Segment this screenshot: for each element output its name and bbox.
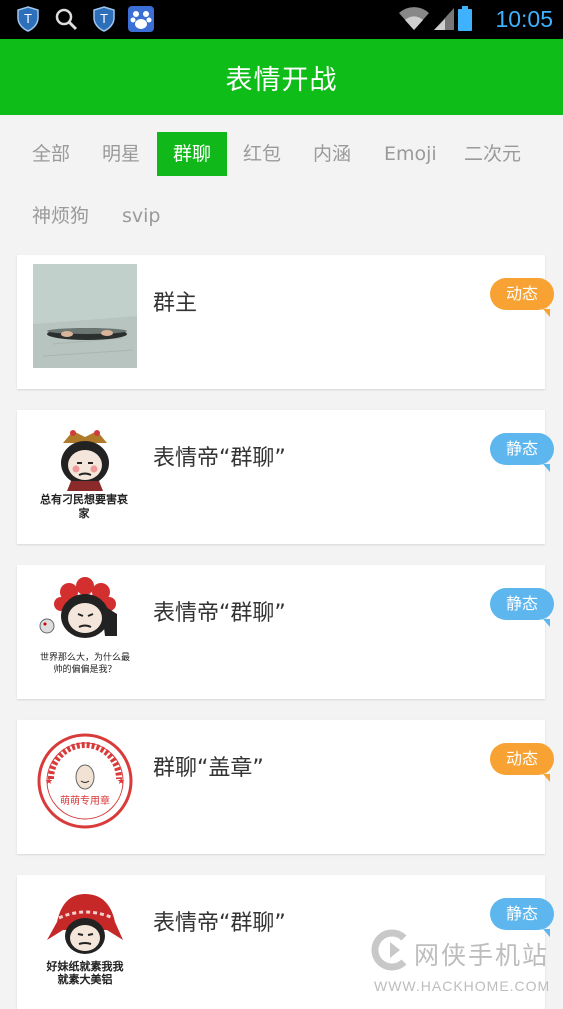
svg-text:T: T [99, 12, 108, 26]
item-title: 表情帝“群聊” [153, 601, 286, 626]
list-item[interactable]: 总有刁民想要害哀家 表情帝“群聊” 静态 [17, 410, 554, 544]
item-title: 群主 [153, 291, 198, 316]
shield-icon: T [90, 5, 118, 33]
category-tabs: 全部 明星 群聊 红包 内涵 Emoji 二次元 神烦狗 svip [0, 115, 563, 250]
badge-static: 静态 [490, 588, 554, 627]
sticker-thumbnail [33, 264, 137, 368]
tab-red-packet[interactable]: 红包 [227, 132, 297, 176]
tab-all[interactable]: 全部 [16, 132, 86, 176]
watermark: 网侠手机站 WWW.HACKHOME.COM [370, 928, 560, 998]
status-bar: T T 10:05 [0, 0, 563, 39]
list-item[interactable]: 群主 动态 [17, 255, 554, 389]
badge-animated: 动态 [490, 278, 554, 317]
item-title: 群聊“盖章” [153, 756, 264, 781]
tab-group-chat[interactable]: 群聊 [157, 132, 227, 176]
tab-svip[interactable]: svip [106, 194, 176, 238]
sticker-caption: 总有刁民想要害哀家 [40, 493, 128, 520]
tab-celebrity[interactable]: 明星 [86, 132, 156, 176]
tab-innuendo[interactable]: 内涵 [297, 132, 367, 176]
badge-static: 静态 [490, 898, 554, 937]
item-title: 表情帝“群聊” [153, 446, 286, 471]
battery-icon [456, 5, 474, 33]
svg-text:★: ★ [117, 777, 125, 787]
tab-emoji[interactable]: Emoji [368, 132, 453, 176]
signal-icon [430, 5, 458, 33]
list-item[interactable]: 世界那么大，为什么最帅的偏偏是我？ 表情帝“群聊” 静态 [17, 565, 554, 699]
sticker-thumbnail: 好妹纸就素我我就素大美铝 [33, 884, 137, 988]
hackhome-logo-icon [371, 929, 407, 971]
badge-animated: 动态 [490, 743, 554, 782]
shield-icon: T [14, 5, 42, 33]
tab-anime[interactable]: 二次元 [448, 132, 537, 176]
wifi-icon [398, 5, 430, 33]
sticker-thumbnail: ★ ★ 萌萌专用章 [33, 729, 137, 833]
app-header: 表情开战 [0, 39, 563, 115]
sticker-caption: 好妹纸就素我我就素大美铝 [46, 960, 124, 986]
svg-text:T: T [23, 12, 32, 26]
watermark-url: WWW.HACKHOME.COM [374, 978, 551, 994]
sticker-caption: 世界那么大，为什么最帅的偏偏是我？ [39, 653, 130, 675]
list-item[interactable]: ★ ★ 萌萌专用章 群聊“盖章” 动态 [17, 720, 554, 854]
sticker-thumbnail: 总有刁民想要害哀家 [33, 419, 137, 523]
tab-annoying-dog[interactable]: 神烦狗 [16, 194, 105, 238]
item-title: 表情帝“群聊” [153, 911, 286, 936]
stamp-caption: 萌萌专用章 [60, 796, 110, 807]
paw-icon [127, 5, 155, 33]
sticker-thumbnail: 世界那么大，为什么最帅的偏偏是我？ [33, 574, 137, 678]
clock-time: 10:05 [495, 6, 553, 32]
search-icon [52, 5, 80, 33]
page-title: 表情开战 [225, 64, 338, 96]
badge-static: 静态 [490, 433, 554, 472]
svg-text:★: ★ [45, 777, 53, 787]
watermark-text: 网侠手机站 [414, 941, 550, 970]
